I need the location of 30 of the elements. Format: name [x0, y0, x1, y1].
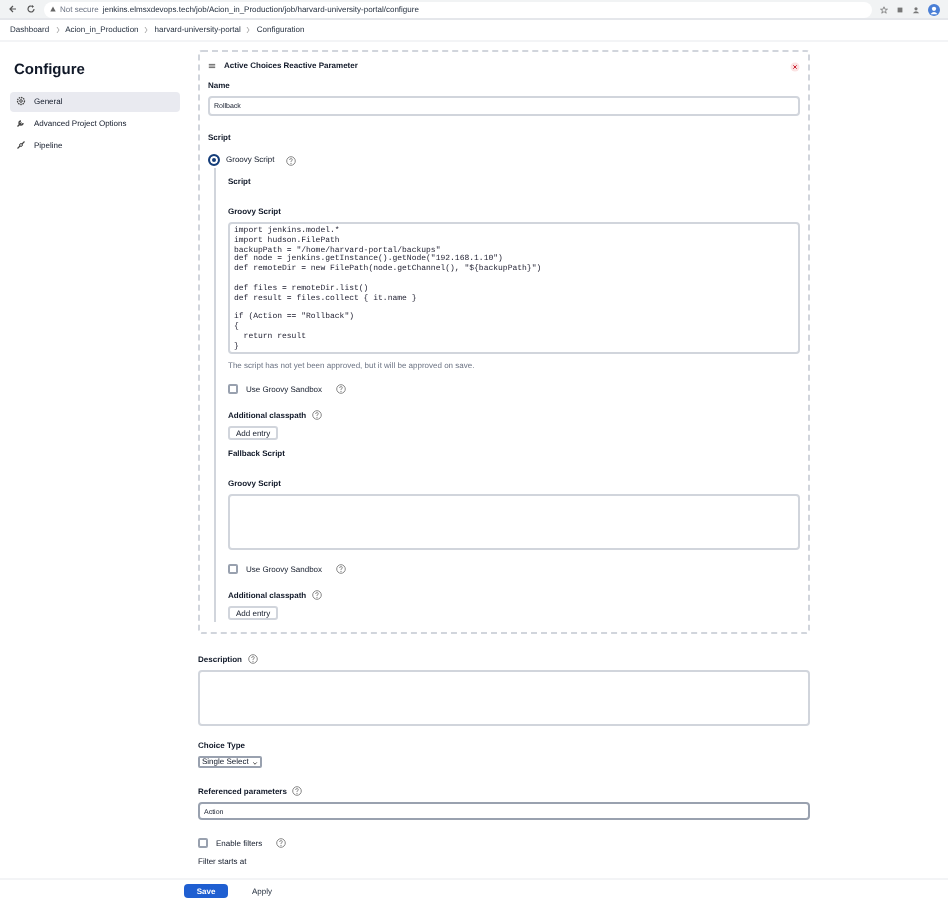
help-icon[interactable]: [286, 155, 297, 165]
wrench-icon: [16, 118, 26, 128]
checkbox[interactable]: [228, 384, 238, 394]
back-icon[interactable]: [8, 4, 18, 14]
help-icon[interactable]: [312, 410, 323, 420]
pipeline-icon: [16, 140, 26, 150]
help-icon[interactable]: [248, 654, 259, 664]
drag-handle-icon[interactable]: [208, 62, 216, 70]
help-icon[interactable]: [292, 786, 303, 796]
help-icon[interactable]: [336, 564, 347, 574]
help-icon[interactable]: [276, 838, 287, 848]
chevron-icon: [246, 26, 251, 34]
description-field[interactable]: [198, 670, 810, 726]
chevron-icon: [144, 26, 149, 34]
profile-icon[interactable]: [912, 5, 920, 13]
checkbox[interactable]: [198, 838, 208, 848]
star-icon[interactable]: [880, 5, 888, 13]
checkbox[interactable]: [228, 564, 238, 574]
extension-icon[interactable]: [896, 5, 904, 13]
gear-icon: [16, 96, 26, 106]
help-icon[interactable]: [336, 384, 347, 394]
reload-icon[interactable]: [26, 4, 36, 14]
warning-icon: [50, 6, 56, 12]
radio-button[interactable]: [208, 154, 220, 166]
help-icon[interactable]: [312, 590, 323, 600]
chevron-icon: [55, 26, 60, 34]
code-editor[interactable]: [228, 222, 800, 354]
caret-icon: [252, 759, 259, 765]
close-icon[interactable]: [790, 61, 800, 71]
avatar-icon[interactable]: [928, 3, 940, 15]
